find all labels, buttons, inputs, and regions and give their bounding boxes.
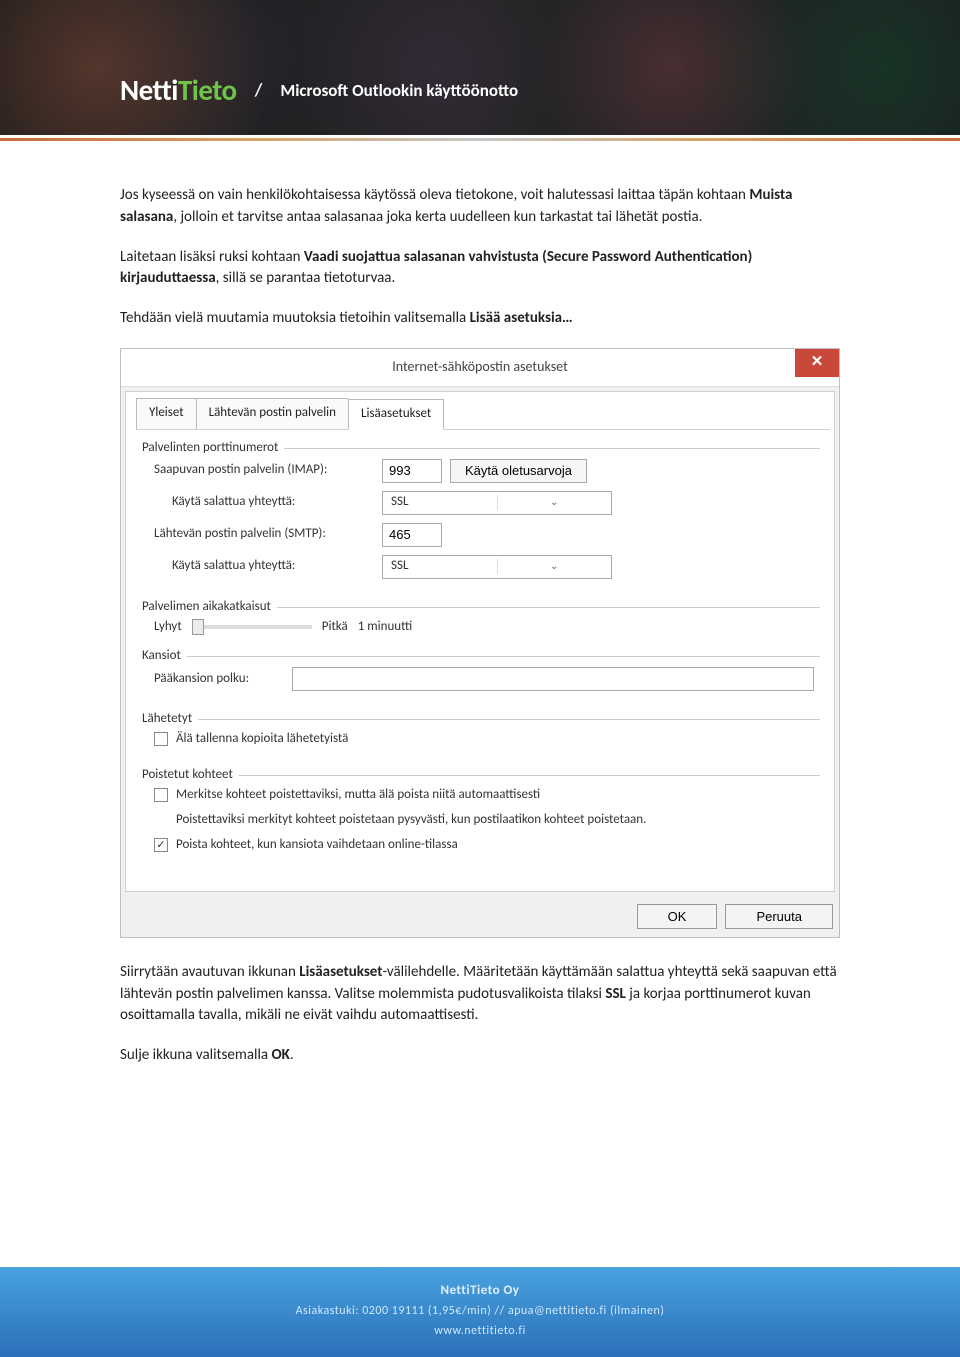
settings-dialog: Internet-sähköpostin asetukset ✕ Yleiset… (120, 348, 840, 938)
dialog-title: Internet-sähköpostin asetukset (392, 357, 568, 377)
smtp-label: Lähtevän postin palvelin (SMTP): (154, 525, 374, 544)
root-path-label: Pääkansion polku: (154, 670, 284, 689)
imap-ssl-select[interactable]: SSL ⌄ (382, 491, 612, 515)
dialog-body: Yleiset Lähtevän postin palvelin Lisäase… (125, 391, 835, 892)
dialog-titlebar: Internet-sähköpostin asetukset ✕ (121, 349, 839, 387)
imap-ssl-value: SSL (383, 493, 497, 512)
tab-general[interactable]: Yleiset (136, 398, 197, 429)
page-title: Microsoft Outlookin käyttöönotto (280, 80, 518, 101)
dialog-button-row: OK Peruuta (121, 896, 839, 937)
root-path-input[interactable] (292, 667, 814, 691)
group-timeouts-label: Palvelimen aikakatkaisut (142, 598, 277, 617)
group-deleted: Poistetut kohteet Merkitse kohteet poist… (142, 775, 820, 867)
close-icon: ✕ (811, 352, 824, 374)
imap-label: Saapuvan postin palvelin (IMAP): (154, 461, 374, 480)
timeout-long-label: Pitkä (322, 618, 348, 637)
header-divider (0, 138, 960, 141)
page-footer: NettiTieto Oy Asiakastuki: 0200 19111 (1… (0, 1267, 960, 1357)
delete-note: Poistettaviksi merkityt kohteet poisteta… (154, 811, 814, 830)
group-folders: Kansiot Pääkansion polku: (142, 656, 820, 705)
document-body: Jos kyseessä on vain henkilökohtaisessa … (0, 135, 960, 1067)
smtp-ssl-label: Käytä salattua yhteyttä: (154, 557, 374, 576)
group-timeouts: Palvelimen aikakatkaisut Lyhyt Pitkä 1 m… (142, 607, 820, 643)
paragraph-4: Siirrytään avautuvan ikkunan Lisäasetuks… (120, 962, 840, 1027)
breadcrumb-separator: / (255, 79, 263, 101)
paragraph-5: Sulje ikkuna valitsemalla OK. (120, 1045, 840, 1067)
defaults-button[interactable]: Käytä oletusarvoja (450, 459, 587, 483)
footer-url: www.nettitieto.fi (0, 1324, 960, 1338)
imap-ssl-label: Käytä salattua yhteyttä: (154, 493, 374, 512)
group-ports: Palvelinten porttinumerot Saapuvan posti… (142, 448, 820, 593)
group-sent: Lähetetyt Älä tallenna kopioita lähetety… (142, 719, 820, 761)
ok-button[interactable]: OK (637, 904, 718, 929)
tab-advanced-content: Palvelinten porttinumerot Saapuvan posti… (130, 430, 830, 873)
group-deleted-label: Poistetut kohteet (142, 766, 239, 785)
sent-checkbox[interactable] (154, 732, 168, 746)
smtp-ssl-value: SSL (383, 557, 497, 576)
logo-part-netti: Netti (120, 72, 178, 108)
footer-contact: Asiakastuki: 0200 19111 (1,95€/min) // a… (0, 1304, 960, 1318)
slider-thumb[interactable] (192, 619, 204, 635)
cancel-button[interactable]: Peruuta (725, 904, 833, 929)
brand-logo: NettiTieto (120, 72, 237, 108)
group-sent-label: Lähetetyt (142, 710, 198, 729)
close-button[interactable]: ✕ (795, 349, 839, 377)
group-folders-label: Kansiot (142, 647, 187, 666)
smtp-ssl-select[interactable]: SSL ⌄ (382, 555, 612, 579)
timeout-short-label: Lyhyt (154, 618, 182, 637)
mark-delete-label: Merkitse kohteet poistettaviksi, mutta ä… (176, 786, 540, 805)
mark-delete-checkbox[interactable] (154, 788, 168, 802)
group-ports-label: Palvelinten porttinumerot (142, 439, 284, 458)
chevron-down-icon: ⌄ (497, 559, 612, 574)
paragraph-3: Tehdään vielä muutamia muutoksia tietoih… (120, 308, 840, 330)
logo-part-tieto: Tieto (178, 72, 237, 108)
purge-checkbox[interactable] (154, 838, 168, 852)
paragraph-2: Laitetaan lisäksi ruksi kohtaan Vaadi su… (120, 247, 840, 291)
footer-company: NettiTieto Oy (0, 1283, 960, 1298)
paragraph-1: Jos kyseessä on vain henkilökohtaisessa … (120, 185, 840, 229)
dialog-tabs: Yleiset Lähtevän postin palvelin Lisäase… (136, 392, 830, 430)
smtp-port-input[interactable] (382, 523, 442, 547)
chevron-down-icon: ⌄ (497, 495, 612, 510)
timeout-slider[interactable] (192, 625, 312, 629)
tab-outgoing[interactable]: Lähtevän postin palvelin (196, 398, 349, 429)
header-overlay (0, 0, 960, 135)
imap-port-input[interactable] (382, 459, 442, 483)
timeout-value: 1 minuutti (358, 618, 413, 637)
page-header: NettiTieto / Microsoft Outlookin käyttöö… (0, 0, 960, 135)
purge-checkbox-label: Poista kohteet, kun kansiota vaihdetaan … (176, 836, 458, 855)
sent-checkbox-label: Älä tallenna kopioita lähetetyistä (176, 730, 348, 749)
tab-advanced[interactable]: Lisäasetukset (348, 399, 444, 430)
